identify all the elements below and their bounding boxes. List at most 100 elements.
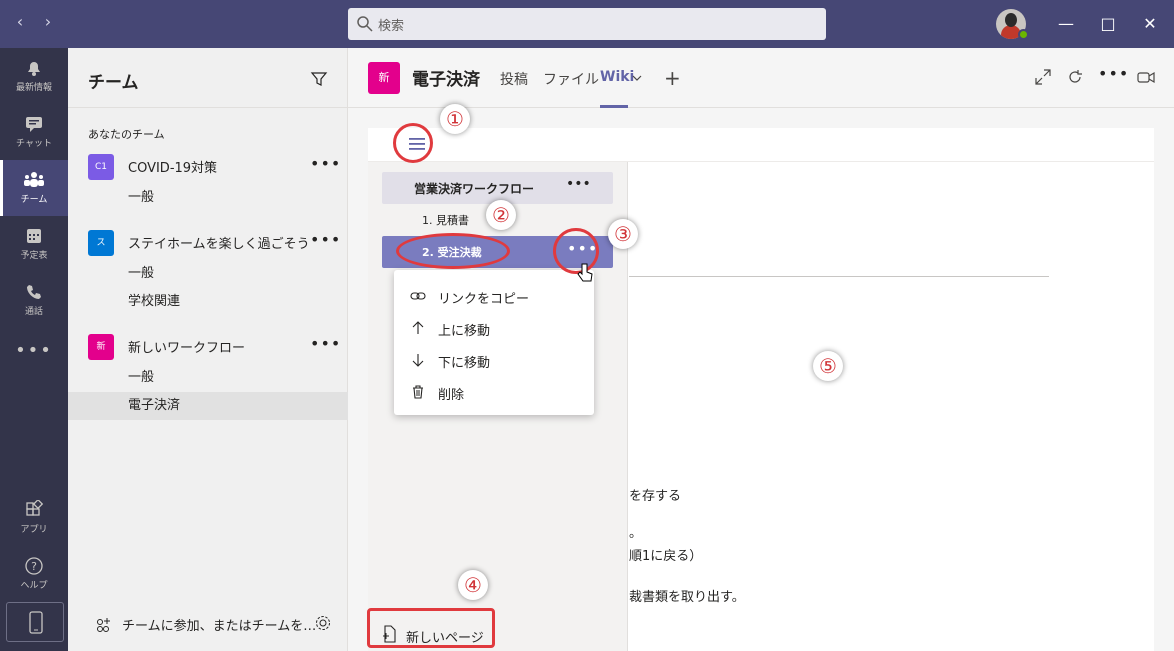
meet-now-icon[interactable] — [1136, 68, 1156, 86]
menu-item-move-up[interactable]: 上に移動 — [394, 312, 594, 344]
active-tab-indicator — [600, 105, 628, 108]
minimize-icon[interactable]: — — [1052, 10, 1080, 38]
rail-label: 最新情報 — [15, 83, 52, 93]
team-row[interactable]: ス ステイホームを楽しく過ごそう ••• — [68, 226, 348, 258]
rail-label: アプリ — [20, 525, 48, 535]
more-options-icon[interactable]: ••• — [310, 154, 341, 173]
annotation-marker: ⑤ — [813, 351, 843, 381]
expand-icon[interactable] — [1034, 68, 1052, 86]
rail-label: チャット — [16, 139, 52, 149]
wiki-toolbar — [368, 128, 1154, 162]
rail-item-chat[interactable]: チャット — [0, 104, 68, 160]
teams-icon — [24, 172, 44, 187]
menu-item-delete[interactable]: 削除 — [394, 376, 594, 408]
mobile-phone-icon — [29, 611, 43, 634]
calendar-icon — [27, 229, 41, 243]
join-team-button[interactable]: チームに参加、またはチームを… — [68, 604, 348, 644]
rail-item-calendar[interactable]: 予定表 — [0, 216, 68, 272]
phone-icon — [27, 285, 41, 299]
menu-label: 削除 — [438, 388, 465, 403]
bell-icon — [28, 62, 40, 76]
gear-icon[interactable] — [314, 614, 332, 632]
rail-item-apps[interactable]: アプリ — [0, 490, 68, 546]
maximize-icon[interactable]: □ — [1094, 10, 1122, 38]
rail-item-calls[interactable]: 通話 — [0, 272, 68, 328]
app-rail: 最新情報 チャット チーム 予定表 通話 ••• アプリ ? ヘルプ — [0, 48, 68, 651]
wiki-section-label: 営業決済ワークフロー — [414, 182, 535, 196]
channel-item[interactable]: 学校関連 — [68, 288, 348, 316]
more-options-icon[interactable]: ••• — [566, 176, 591, 192]
content-text: を存する — [629, 489, 682, 504]
add-tab-button[interactable]: + — [664, 66, 681, 90]
wiki-area: 営業決済ワークフロー ••• 1. 見積書 2. 受注決裁 ••• リンクをコピ… — [368, 128, 1154, 651]
teams-header: チーム — [68, 48, 347, 108]
search-input[interactable]: 検索 — [348, 8, 826, 40]
rail-item-help[interactable]: ? ヘルプ — [0, 546, 68, 602]
team-name: COVID-19対策 — [128, 161, 218, 176]
tab-files[interactable]: ファイル — [543, 69, 599, 89]
channel-badge: 新 — [368, 62, 400, 94]
wiki-content: を存する 。 順1に戻る） 裁書類を取り出す。 — [629, 162, 1154, 651]
channel-item[interactable]: 一般 — [68, 184, 348, 212]
annotation-marker: ② — [486, 200, 516, 230]
content-text: 順1に戻る） — [629, 549, 703, 564]
content-text: 裁書類を取り出す。 — [629, 590, 745, 605]
more-options-icon[interactable]: ••• — [1098, 64, 1129, 83]
annotation-box — [367, 608, 495, 648]
chevron-down-icon[interactable] — [632, 74, 642, 82]
annotation-marker: ① — [440, 104, 470, 134]
content-divider — [629, 276, 1049, 277]
trash-icon — [413, 385, 423, 399]
rail-label: 予定表 — [20, 251, 48, 261]
more-options-icon[interactable]: ••• — [310, 230, 341, 249]
tab-wiki[interactable]: Wiki — [600, 69, 634, 85]
rail-item-teams[interactable]: チーム — [0, 160, 68, 216]
menu-label: 上に移動 — [438, 324, 491, 339]
team-badge: ス — [88, 230, 114, 256]
arrow-up-icon — [412, 321, 424, 334]
forward-arrow-icon[interactable]: › — [38, 12, 58, 31]
team-name: 新しいワークフロー — [128, 341, 246, 356]
more-apps-icon[interactable]: ••• — [0, 340, 68, 361]
more-options-icon[interactable]: ••• — [310, 334, 341, 353]
teams-panel: チーム あなたのチーム C1 COVID-19対策 ••• 一般 ス ステイホー… — [68, 48, 348, 651]
your-teams-label: あなたのチーム — [88, 128, 165, 141]
menu-item-move-down[interactable]: 下に移動 — [394, 344, 594, 376]
join-team-label: チームに参加、またはチームを… — [122, 619, 317, 634]
annotation-ring — [393, 123, 433, 163]
close-icon[interactable]: ✕ — [1136, 10, 1164, 38]
search-icon — [357, 16, 373, 32]
team-badge: C1 — [88, 154, 114, 180]
channel-item[interactable]: 一般 — [68, 260, 348, 288]
tab-posts[interactable]: 投稿 — [500, 69, 528, 89]
search-placeholder: 検索 — [378, 19, 405, 34]
title-bar: ‹ › 検索 — □ ✕ — [0, 0, 1174, 48]
link-icon — [410, 292, 426, 300]
team-name: ステイホームを楽しく過ごそう — [128, 237, 310, 252]
wiki-page-item[interactable]: 1. 見積書 — [422, 212, 469, 228]
rail-label: 通話 — [24, 307, 43, 317]
rail-item-activity[interactable]: 最新情報 — [0, 48, 68, 104]
presence-available-icon — [1018, 29, 1029, 40]
filter-icon[interactable] — [310, 70, 328, 88]
menu-item-copy-link[interactable]: リンクをコピー — [394, 280, 594, 312]
wiki-section-item[interactable]: 営業決済ワークフロー ••• — [382, 172, 613, 204]
page-context-menu: リンクをコピー 上に移動 下に移動 削除 — [394, 270, 594, 415]
mobile-device-button[interactable] — [6, 602, 64, 642]
refresh-icon[interactable] — [1066, 68, 1084, 86]
annotation-marker: ④ — [458, 570, 488, 600]
hand-cursor-icon — [577, 263, 593, 282]
rail-label: チーム — [20, 195, 48, 205]
channel-item-selected[interactable]: 電子決済 — [68, 392, 348, 420]
help-icon: ? — [25, 557, 43, 575]
channel-title: 電子決済 — [412, 70, 480, 90]
apps-icon — [26, 500, 44, 516]
svg-text:?: ? — [31, 560, 37, 573]
team-row[interactable]: C1 COVID-19対策 ••• — [68, 150, 348, 182]
team-badge: 新 — [88, 334, 114, 360]
back-arrow-icon[interactable]: ‹ — [10, 12, 30, 31]
team-row[interactable]: 新 新しいワークフロー ••• — [68, 330, 348, 362]
menu-label: リンクをコピー — [438, 292, 530, 307]
channel-item[interactable]: 一般 — [68, 364, 348, 392]
content-text: 。 — [629, 526, 643, 541]
